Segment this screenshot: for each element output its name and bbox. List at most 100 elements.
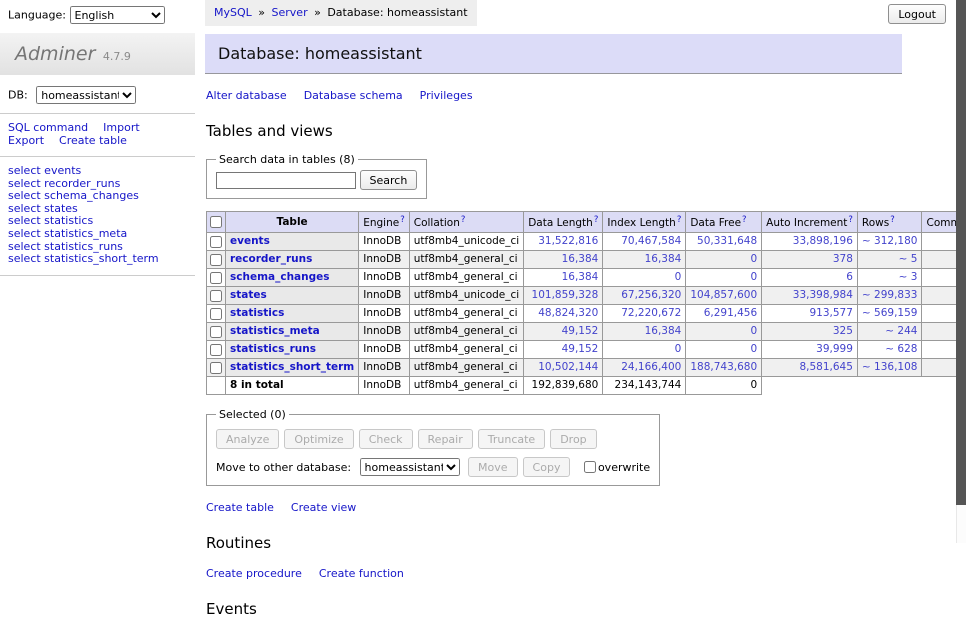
search-button[interactable]: Search — [360, 170, 418, 190]
column-header: Collation? — [409, 212, 523, 233]
column-header: Index Length? — [603, 212, 686, 233]
language-select[interactable]: English — [70, 6, 165, 24]
table-name-link[interactable]: events — [230, 235, 270, 247]
logout-button[interactable]: Logout — [888, 4, 946, 24]
auto-increment-cell: 378 — [762, 251, 858, 269]
breadcrumb-separator: » — [314, 6, 321, 19]
routine-link[interactable]: Create function — [319, 567, 404, 580]
index-length-cell: 67,256,320 — [603, 287, 686, 305]
sidebar-divider — [0, 113, 195, 114]
tables-grid-body: eventsInnoDButf8mb4_unicode_ci31,522,816… — [207, 233, 966, 377]
table-name-link[interactable]: schema_changes — [230, 271, 330, 283]
help-link[interactable]: ? — [677, 215, 682, 225]
overwrite-checkbox[interactable] — [584, 461, 596, 473]
engine-cell: InnoDB — [359, 341, 410, 359]
auto-increment-cell: 39,999 — [762, 341, 858, 359]
create-link[interactable]: Create view — [291, 501, 356, 514]
move-label: Move to other database: — [216, 461, 351, 474]
move-database-select[interactable]: homeassistant — [360, 458, 460, 476]
analyze-button[interactable]: Analyze — [216, 429, 279, 449]
data-length-cell: 48,824,320 — [524, 305, 603, 323]
collation-cell: utf8mb4_unicode_ci — [409, 287, 523, 305]
row-checkbox[interactable] — [210, 272, 222, 284]
total-empty-cell — [207, 377, 226, 395]
sidebar-table-link[interactable]: select events — [8, 165, 195, 178]
db-select[interactable]: homeassistant — [36, 86, 136, 104]
routines-heading: Routines — [206, 534, 902, 552]
breadcrumb-server-link[interactable]: Server — [272, 6, 308, 19]
table-name-link[interactable]: statistics_runs — [230, 343, 316, 355]
scrollbar-thumb[interactable] — [956, 0, 966, 505]
routine-link[interactable]: Create procedure — [206, 567, 302, 580]
table-name-link[interactable]: states — [230, 289, 267, 301]
row-checkbox[interactable] — [210, 236, 222, 248]
table-row: statistics_short_termInnoDButf8mb4_gener… — [207, 359, 966, 377]
table-name-link[interactable]: statistics_short_term — [230, 361, 354, 373]
sidebar-action-link[interactable]: Export — [8, 134, 44, 147]
sidebar-action-link[interactable]: Create table — [59, 134, 127, 147]
row-checkbox[interactable] — [210, 254, 222, 266]
table-row: recorder_runsInnoDButf8mb4_general_ci16,… — [207, 251, 966, 269]
language-label: Language: — [8, 9, 66, 22]
total-engine-cell: InnoDB — [359, 377, 410, 395]
engine-cell: InnoDB — [359, 323, 410, 341]
row-checkbox[interactable] — [210, 308, 222, 320]
column-header: Data Free? — [686, 212, 762, 233]
rows-cell: ~ 244 — [857, 323, 922, 341]
move-buttons: MoveCopy — [463, 461, 570, 474]
sidebar-table-link[interactable]: select schema_changes — [8, 190, 195, 203]
check-button[interactable]: Check — [359, 429, 413, 449]
table-name-cell: statistics_short_term — [226, 359, 359, 377]
optimize-button[interactable]: Optimize — [284, 429, 353, 449]
app-brand: Adminer 4.7.9 — [0, 33, 195, 75]
search-input[interactable] — [216, 172, 356, 189]
create-link[interactable]: Create table — [206, 501, 274, 514]
database-link[interactable]: Alter database — [206, 89, 287, 102]
data-length-cell: 49,152 — [524, 341, 603, 359]
data-free-cell: 188,743,680 — [686, 359, 762, 377]
sidebar-table-link[interactable]: select statistics_meta — [8, 228, 195, 241]
table-row: schema_changesInnoDButf8mb4_general_ci16… — [207, 269, 966, 287]
sidebar-table-link[interactable]: select statistics_short_term — [8, 253, 195, 266]
column-header: Table — [226, 212, 359, 233]
table-name-link[interactable]: recorder_runs — [230, 253, 312, 265]
row-checkbox[interactable] — [210, 290, 222, 302]
column-header: Data Length? — [524, 212, 603, 233]
database-link[interactable]: Database schema — [304, 89, 403, 102]
breadcrumb-mysql-link[interactable]: MySQL — [214, 6, 252, 19]
db-row: DB: homeassistant — [8, 86, 195, 104]
help-link[interactable]: ? — [890, 215, 895, 225]
help-link[interactable]: ? — [400, 215, 405, 225]
sidebar-action-link[interactable]: SQL command — [8, 121, 88, 134]
column-header: Engine? — [359, 212, 410, 233]
column-header-label: Rows — [862, 217, 889, 229]
drop-button[interactable]: Drop — [550, 429, 596, 449]
help-link[interactable]: ? — [742, 215, 747, 225]
help-link[interactable]: ? — [848, 215, 853, 225]
index-length-cell: 72,220,672 — [603, 305, 686, 323]
move-button[interactable]: Move — [468, 457, 518, 477]
help-link[interactable]: ? — [594, 215, 599, 225]
repair-button[interactable]: Repair — [418, 429, 473, 449]
column-header-label: Data Free — [690, 217, 741, 229]
selected-actions: AnalyzeOptimize CheckRepairTruncateDrop — [216, 429, 650, 449]
row-checkbox-cell — [207, 287, 226, 305]
rows-cell: ~ 299,833 — [857, 287, 922, 305]
row-checkbox[interactable] — [210, 326, 222, 338]
table-name-link[interactable]: statistics_meta — [230, 325, 320, 337]
collation-cell: utf8mb4_general_ci — [409, 305, 523, 323]
copy-button[interactable]: Copy — [523, 457, 571, 477]
main-content: MySQL » Server » Database: homeassistant… — [205, 0, 902, 618]
select-all-checkbox[interactable] — [210, 216, 222, 228]
help-link[interactable]: ? — [461, 215, 466, 225]
table-name-link[interactable]: statistics — [230, 307, 284, 319]
truncate-button[interactable]: Truncate — [478, 429, 545, 449]
sidebar-action-link[interactable]: Import — [103, 121, 140, 134]
row-checkbox[interactable] — [210, 362, 222, 374]
table-name-cell: statistics_meta — [226, 323, 359, 341]
column-header-label: Table — [277, 216, 308, 228]
row-checkbox[interactable] — [210, 344, 222, 356]
row-checkbox-cell — [207, 323, 226, 341]
table-name-cell: states — [226, 287, 359, 305]
database-link[interactable]: Privileges — [420, 89, 473, 102]
